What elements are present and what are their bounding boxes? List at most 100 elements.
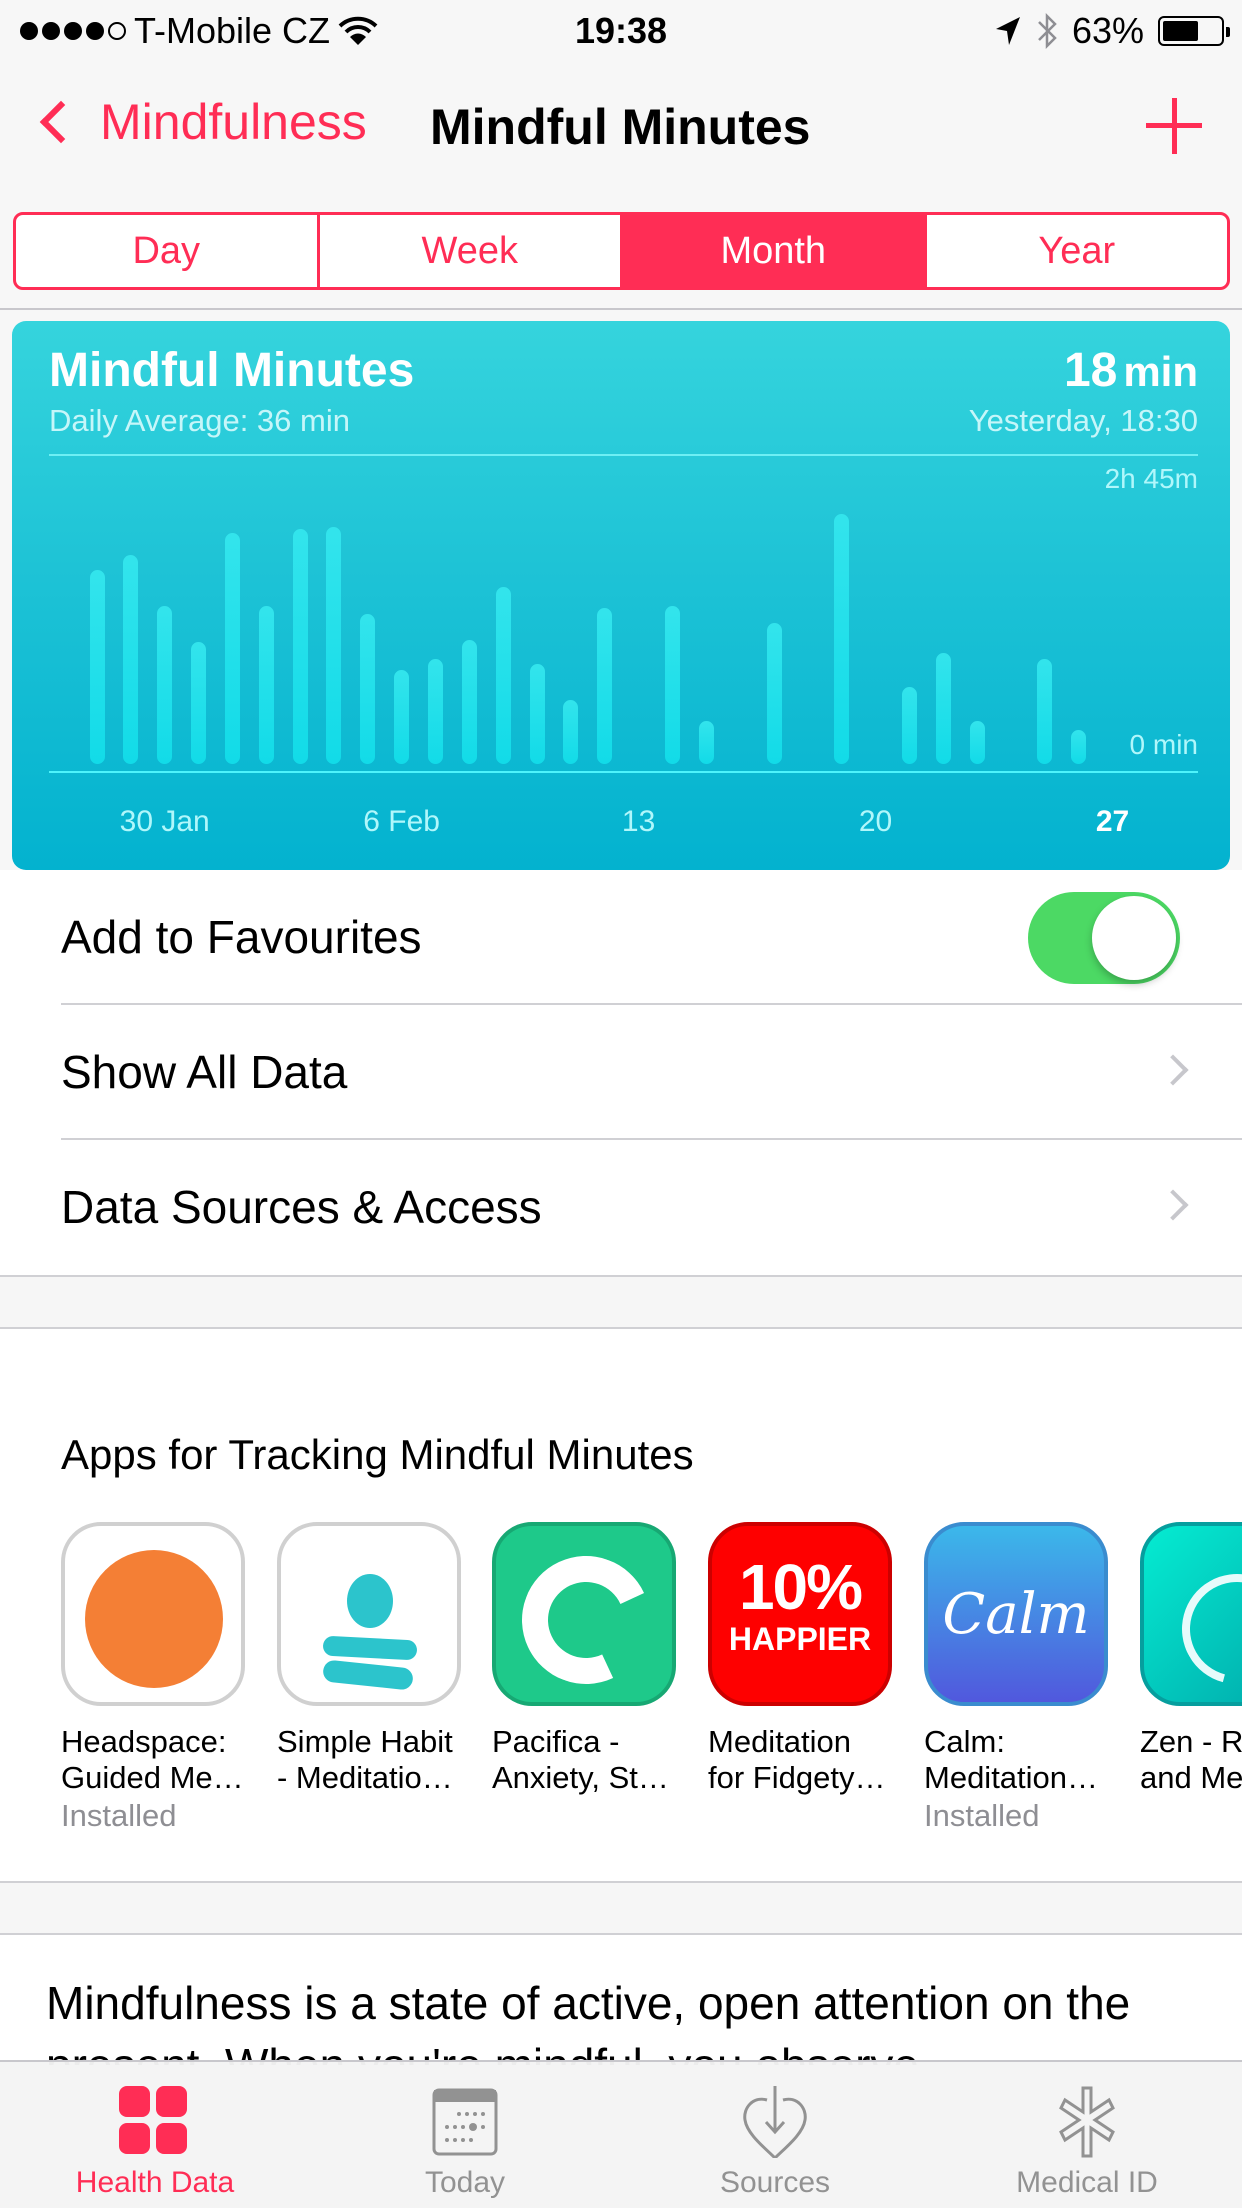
chart-baseline <box>49 771 1198 773</box>
app-name: Simple Habit - Meditatio… <box>277 1724 453 1795</box>
chart-bar <box>664 606 680 764</box>
simple-habit-icon <box>277 1522 461 1706</box>
zen-ring <box>1161 1553 1242 1702</box>
favourites-toggle[interactable] <box>1028 892 1180 984</box>
app-name: Meditation for Fidgety… <box>708 1724 886 1795</box>
x-axis-tick-label: 30 Jan <box>119 805 210 838</box>
segment-month[interactable]: Month <box>623 215 927 287</box>
chart-bar <box>224 532 240 764</box>
chart-bar <box>191 641 207 764</box>
apps-section-title: Apps for Tracking Mindful Minutes <box>61 1431 694 1478</box>
icon-text: HAPPIER <box>728 1621 872 1657</box>
y-axis-min-label: 0 min <box>1129 729 1198 760</box>
chevron-right-icon <box>1157 1054 1189 1086</box>
icon-text: 10% <box>738 1551 863 1623</box>
headspace-icon <box>61 1522 245 1706</box>
chart-bar <box>292 529 308 764</box>
app-headspace[interactable]: Headspace: Guided Me… Installed <box>61 1522 261 1836</box>
simple-habit-stroke <box>322 1659 414 1691</box>
chevron-left-icon <box>39 100 83 144</box>
tab-label: Medical ID <box>1016 2166 1158 2199</box>
battery-icon <box>1158 16 1230 46</box>
section-gap <box>0 1275 1242 1329</box>
description-section: Mindfulness is a state of active, open a… <box>0 1935 1242 2065</box>
pacifica-ring <box>503 1537 669 1702</box>
x-axis-tick-label: 20 <box>858 805 893 838</box>
chart-bar <box>901 686 917 764</box>
chart-bar <box>563 700 579 764</box>
app-name: Calm: Meditation… <box>924 1724 1099 1795</box>
zen-icon <box>1140 1522 1242 1706</box>
chart-bar <box>326 527 342 764</box>
ten-percent-happier-icon: 10% HAPPIER <box>708 1522 892 1706</box>
chart-bar <box>597 608 613 764</box>
data-sources-label: Data Sources & Access <box>61 1181 542 1233</box>
options-list: Add to Favourites Show All Data Data Sou… <box>0 870 1242 1275</box>
medical-id-icon <box>1059 2086 1115 2158</box>
toggle-knob <box>1092 896 1176 980</box>
tab-today[interactable]: Today <box>310 2062 620 2208</box>
divider <box>0 308 1242 310</box>
chart-bar <box>495 587 511 764</box>
app-zen[interactable]: Zen - R and Me <box>1140 1522 1242 1796</box>
x-axis-tick-label: 27 <box>1095 805 1130 838</box>
chart-bar <box>935 653 951 764</box>
period-segmented-control: Day Week Month Year <box>13 212 1230 290</box>
app-pacifica[interactable]: Pacifica - Anxiety, St… <box>492 1522 692 1796</box>
chart-bar <box>123 555 139 764</box>
plus-icon[interactable] <box>1146 98 1202 154</box>
simple-habit-head <box>347 1574 393 1628</box>
chart-bars <box>12 321 1230 870</box>
status-bar: T-Mobile CZ 19:38 63% <box>0 0 1242 60</box>
headspace-dot <box>85 1550 223 1688</box>
chart-bar <box>428 658 443 764</box>
app-ten-percent-happier[interactable]: 10% HAPPIER Meditation for Fidgety… <box>708 1522 908 1796</box>
section-gap <box>0 1881 1242 1935</box>
segment-day[interactable]: Day <box>16 215 320 287</box>
chart-bar <box>1071 730 1087 764</box>
chart-bar <box>461 640 477 764</box>
tab-label: Today <box>424 2166 506 2199</box>
show-all-data-row[interactable]: Show All Data <box>0 1005 1242 1140</box>
chart-bar <box>258 606 274 764</box>
x-axis-tick-label: 13 <box>621 805 656 838</box>
chart-bar <box>698 720 714 764</box>
chart-bar <box>1037 658 1053 764</box>
navigation-bar: Mindfulness Mindful Minutes <box>0 60 1242 190</box>
app-name: Zen - R and Me <box>1140 1724 1242 1795</box>
app-calm[interactable]: Calm Calm: Meditation… Installed <box>924 1522 1124 1836</box>
tab-sources[interactable]: Sources <box>620 2062 930 2208</box>
x-axis-tick-label: 6 Feb <box>363 805 440 838</box>
tab-health-data[interactable]: Health Data <box>0 2062 310 2208</box>
bluetooth-icon <box>1038 12 1057 50</box>
back-button[interactable]: Mindfulness <box>34 93 367 151</box>
app-status: Installed <box>61 1798 177 1833</box>
chart-bar <box>394 670 410 764</box>
chart-bar <box>89 570 105 764</box>
segment-week[interactable]: Week <box>320 215 623 287</box>
chart-bar <box>834 514 850 764</box>
chart-bar <box>157 606 173 764</box>
apps-section: Apps for Tracking Mindful Minutes Headsp… <box>0 1329 1242 1881</box>
add-to-favourites-row: Add to Favourites <box>0 870 1242 1005</box>
calm-icon: Calm <box>924 1522 1108 1706</box>
back-label: Mindfulness <box>100 94 367 150</box>
add-to-favourites-label: Add to Favourites <box>61 911 422 963</box>
app-status: Installed <box>924 1798 1040 1833</box>
chart-bar <box>360 613 376 764</box>
segment-year[interactable]: Year <box>927 215 1228 287</box>
data-sources-row[interactable]: Data Sources & Access <box>0 1140 1242 1275</box>
tab-medical-id[interactable]: Medical ID <box>932 2062 1242 2208</box>
chart-bar <box>529 664 545 764</box>
tab-bar: Health Data Today Sources Medical ID <box>0 2060 1242 2208</box>
calendar-icon <box>432 2088 498 2156</box>
location-arrow-icon <box>995 17 1020 45</box>
health-data-icon <box>119 2086 191 2158</box>
tab-label: Health Data <box>75 2166 235 2199</box>
app-simple-habit[interactable]: Simple Habit - Meditatio… <box>277 1522 477 1796</box>
chart-card[interactable]: Mindful Minutes Daily Average: 36 min 18… <box>12 321 1230 870</box>
health-data-grid <box>119 2086 187 2154</box>
chevron-right-icon <box>1157 1189 1189 1221</box>
sources-heart-icon <box>743 2086 807 2158</box>
description-text: Mindfulness is a state of active, open a… <box>46 1977 1131 2065</box>
